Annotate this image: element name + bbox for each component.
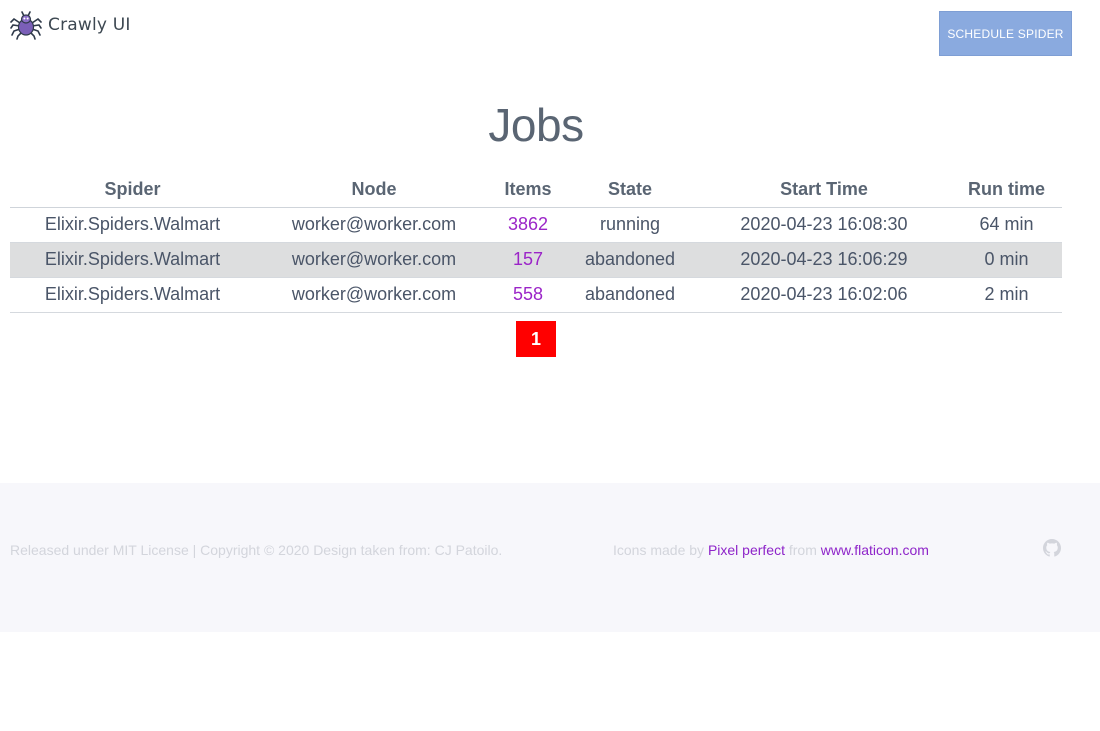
cell-spider: Elixir.Spiders.Walmart	[10, 277, 255, 313]
page-title: Jobs	[488, 99, 584, 151]
table-header-row: Spider Node Items State Start Time Run t…	[10, 171, 1062, 208]
cell-spider: Elixir.Spiders.Walmart	[10, 242, 255, 278]
jobs-table: Spider Node Items State Start Time Run t…	[10, 171, 1062, 313]
footer: Released under MIT License | Copyright ©…	[0, 483, 1100, 632]
cell-run-time: 2 min	[951, 277, 1062, 313]
cell-run-time: 64 min	[951, 207, 1062, 243]
license-text: Released under MIT License | Copyright ©…	[10, 542, 503, 558]
cell-run-time: 0 min	[951, 242, 1062, 278]
cell-node: worker@worker.com	[255, 277, 493, 313]
column-header-state: State	[563, 171, 697, 208]
cell-start-time: 2020-04-23 16:08:30	[697, 207, 951, 243]
icons-credit: Icons made by Pixel perfect from www.fla…	[613, 542, 929, 558]
flaticon-link[interactable]: www.flaticon.com	[821, 542, 929, 558]
table-row: Elixir.Spiders.Walmart worker@worker.com…	[10, 207, 1062, 243]
cell-items-link[interactable]: 3862	[493, 207, 563, 243]
cell-state: running	[563, 207, 697, 243]
pagination-page-button[interactable]: 1	[516, 321, 556, 357]
brand-link[interactable]: Crawly UI	[10, 10, 131, 40]
spider-icon	[10, 11, 42, 40]
table-row: Elixir.Spiders.Walmart worker@worker.com…	[10, 277, 1062, 313]
schedule-spider-button[interactable]: SCHEDULE SPIDER	[939, 11, 1072, 56]
cell-items-link[interactable]: 157	[493, 242, 563, 278]
column-header-items: Items	[493, 171, 563, 208]
cell-node: worker@worker.com	[255, 207, 493, 243]
column-header-spider: Spider	[10, 171, 255, 208]
icons-credit-from: from	[784, 542, 821, 558]
cell-start-time: 2020-04-23 16:02:06	[697, 277, 951, 313]
column-header-node: Node	[255, 171, 493, 208]
cell-node: worker@worker.com	[255, 242, 493, 278]
cell-start-time: 2020-04-23 16:06:29	[697, 242, 951, 278]
cell-state: abandoned	[563, 277, 697, 313]
icons-credit-prefix: Icons made by	[613, 542, 708, 558]
cell-items-link[interactable]: 558	[493, 277, 563, 313]
column-header-start-time: Start Time	[697, 171, 951, 208]
top-bar: Crawly UI SCHEDULE SPIDER	[0, 0, 1100, 70]
github-icon[interactable]	[1043, 539, 1061, 557]
column-header-run-time: Run time	[951, 171, 1062, 208]
icons-author-link[interactable]: Pixel perfect	[708, 542, 785, 558]
brand-name: Crawly UI	[48, 15, 131, 35]
cell-spider: Elixir.Spiders.Walmart	[10, 207, 255, 243]
cell-state: abandoned	[563, 242, 697, 278]
table-row: Elixir.Spiders.Walmart worker@worker.com…	[10, 242, 1062, 278]
